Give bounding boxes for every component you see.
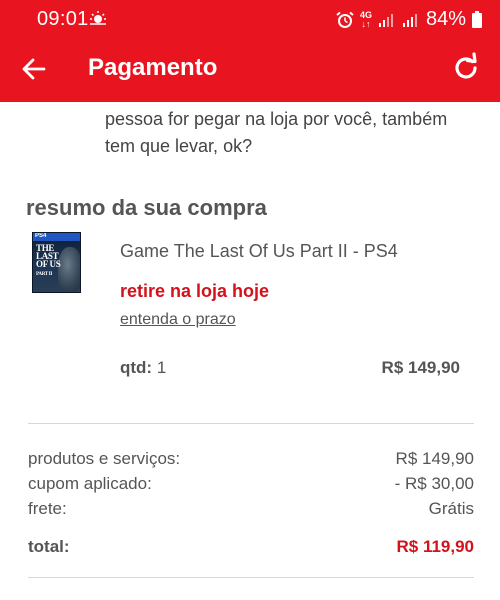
pickup-note: pessoa for pegar na loja por você, també… [105,109,448,156]
battery-percent: 84% [425,8,466,30]
summary-row-products: produtos e serviços: R$ 149,90 [28,449,474,471]
summary-row-value: Grátis [428,499,474,518]
product-name: Game The Last Of Us Part II - PS4 [120,241,398,261]
alarm-icon [336,11,354,28]
total-label: total: [28,537,70,556]
summary-row-value: R$ 149,90 [395,449,474,468]
status-time: 09:01 [37,8,89,30]
summary-row-total: total: R$ 119,90 [28,537,474,559]
status-bar: 09:01 4G ↓↑ 84% [0,0,500,36]
quantity-label: qtd: [120,358,153,377]
cover-artwork [58,247,80,291]
back-arrow-icon[interactable] [18,53,50,85]
summary-title: resumo da sua compra [26,195,267,220]
quantity-value: 1 [156,358,167,377]
summary-row-value: - R$ 30,00 [394,474,474,493]
cover-platform-logo: PS4 [35,233,47,239]
deadline-info-link[interactable]: entenda o prazo [120,311,236,329]
page-title: Pagamento [88,54,218,81]
refresh-icon[interactable] [450,52,482,84]
total-value: R$ 119,90 [396,537,474,556]
summary-row-coupon: cupom aplicado: - R$ 30,00 [28,474,474,496]
pickup-status: retire na loja hoje [120,281,270,301]
product-image: PS4 THE LAST OF US PART II [32,232,81,293]
app-bar: Pagamento [0,36,500,102]
summary-row-label: frete: [28,499,67,518]
summary-row-shipping: frete: Grátis [28,499,474,521]
summary-row-label: produtos e serviços: [28,449,181,468]
item-price: R$ 149,90 [381,358,460,377]
divider [28,423,474,424]
quantity-row: qtd: 1 [120,358,166,378]
summary-row-label: cupom aplicado: [28,474,152,493]
battery-icon [472,11,482,28]
signal-icon [378,13,393,27]
status-icons: 4G ↓↑ 84% [336,8,482,31]
cover-title-art: THE LAST OF US PART II [36,243,61,278]
network-type: 4G ↓↑ [359,9,372,29]
weather-icon [90,11,106,25]
signal-icon-secondary [402,13,417,27]
divider [28,577,474,578]
